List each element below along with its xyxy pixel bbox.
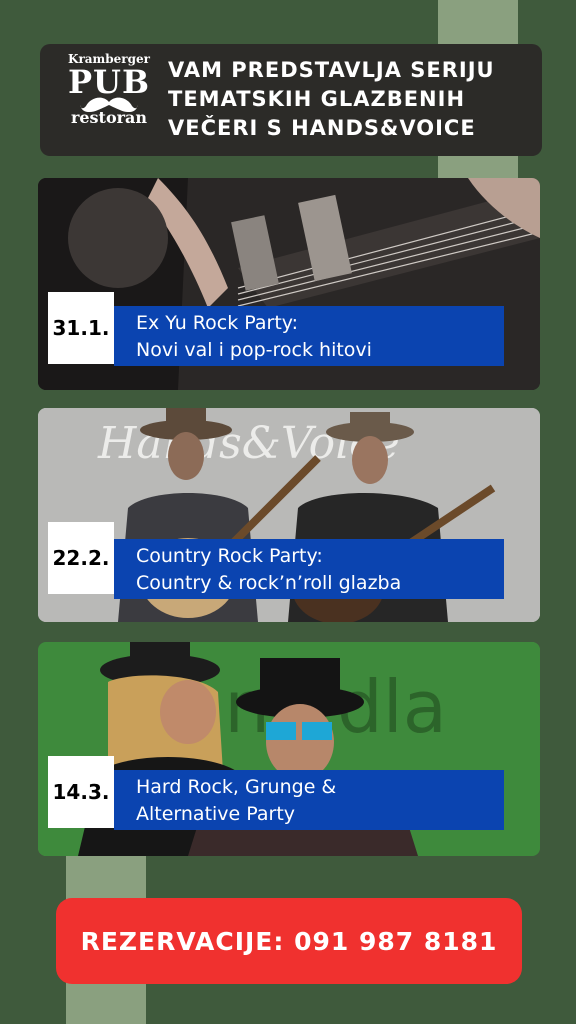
event-card-2: Hands&Voice 22.2. Country Rock Party: Co… [38,408,540,622]
event-title: Country Rock Party: Country & rock’n’rol… [114,539,504,599]
event-title-line-1: Ex Yu Rock Party: [136,312,299,334]
event-date: 14.3. [48,756,114,828]
mustache-icon [80,97,138,113]
logo-main-text: PUB [67,63,150,101]
event-title-line-2: Country & rock’n’roll glazba [136,572,402,594]
event-title-line-1: Country Rock Party: [136,545,323,567]
event-card-3: Ba na dla 14.3. Hard Rock, Grunge & Alte… [38,642,540,856]
event-title: Ex Yu Rock Party: Novi val i pop-rock hi… [114,306,504,366]
event-title-line-2: Alternative Party [136,803,296,825]
pub-logo: Kramberger PUB restoran [58,52,160,152]
event-title: Hard Rock, Grunge & Alternative Party [114,770,504,830]
header-title: VAM PREDSTAVLJA SERIJU TEMATSKIH GLAZBEN… [168,58,495,140]
event-card-1: 31.1. Ex Yu Rock Party: Novi val i pop-r… [38,178,540,390]
event-title-line-2: Novi val i pop-rock hitovi [136,339,372,361]
event-date: 22.2. [48,522,114,594]
event-title-line-1: Hard Rock, Grunge & [136,776,337,798]
event-date: 31.1. [48,292,114,364]
header-banner: Kramberger PUB restoran VAM PREDSTAVLJA … [40,44,542,156]
reservation-button[interactable]: REZERVACIJE: 091 987 8181 [56,898,522,984]
